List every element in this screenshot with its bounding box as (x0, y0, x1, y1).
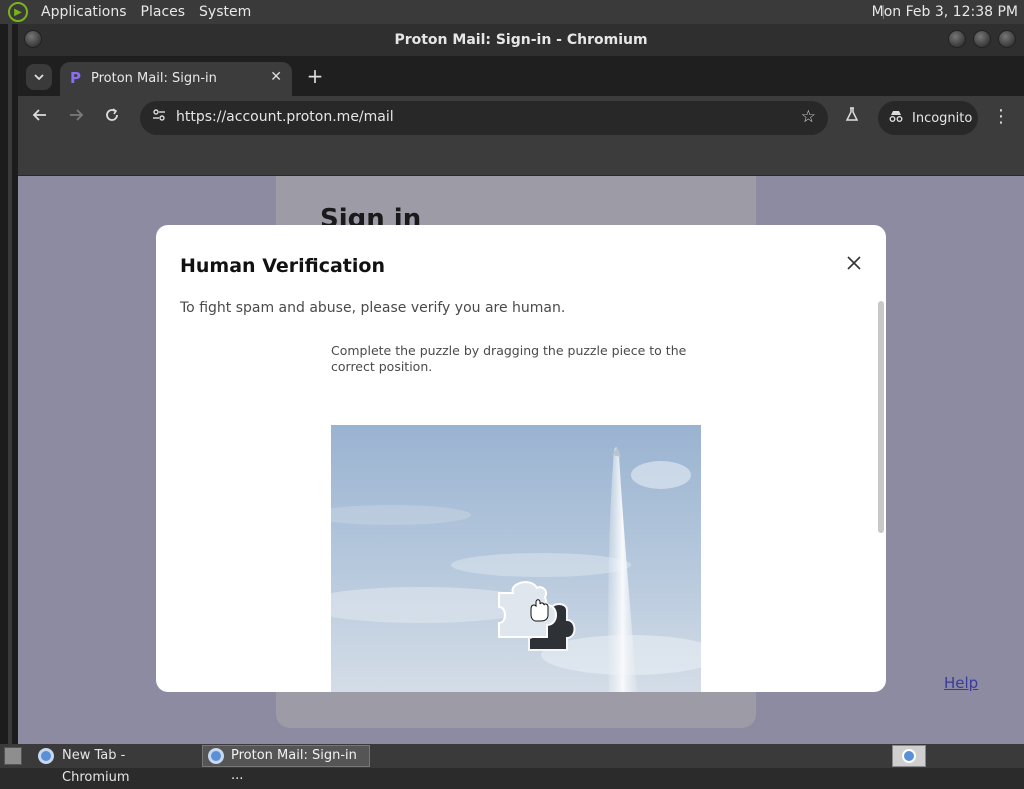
help-link[interactable]: Help (944, 674, 978, 692)
distro-logo-icon[interactable]: ▶ (8, 2, 28, 22)
arrow-left-icon (32, 109, 46, 121)
incognito-icon (888, 109, 904, 127)
arrow-right-icon (70, 109, 84, 121)
tab-search-button[interactable] (26, 64, 52, 90)
captcha-puzzle-image (331, 425, 701, 692)
proton-favicon-icon: P (70, 69, 81, 87)
maximize-button[interactable] (973, 30, 991, 48)
chromium-icon (902, 749, 916, 763)
chromium-icon (208, 748, 224, 764)
puzzle-instruction: Complete the puzzle by dragging the puzz… (331, 343, 687, 374)
workspace-switcher[interactable] (892, 745, 926, 767)
window-title: Proton Mail: Sign-in - Chromium (394, 32, 648, 48)
taskbar-item-label: New Tab - Chromium (62, 748, 130, 785)
modal-scrollbar[interactable] (878, 301, 884, 533)
taskbar: New Tab - Chromium Proton Mail: Sign-in … (0, 744, 1024, 785)
browser-toolbar: https://account.proton.me/mail ☆ Incogni… (18, 96, 1024, 140)
close-window-button[interactable] (998, 30, 1016, 48)
modal-description: To fight spam and abuse, please verify y… (180, 300, 566, 316)
window-menu-button[interactable] (24, 30, 42, 48)
modal-title: Human Verification (180, 255, 385, 277)
incognito-indicator[interactable]: Incognito (878, 101, 978, 135)
desktop-left-edge (0, 24, 18, 744)
minimize-button[interactable] (948, 30, 966, 48)
new-tab-button[interactable]: + (302, 64, 328, 90)
fountain-sky-image (331, 425, 701, 692)
panel-menu-places[interactable]: Places (134, 0, 193, 24)
window-titlebar[interactable]: Proton Mail: Sign-in - Chromium (18, 24, 1024, 56)
reload-icon (106, 108, 118, 121)
chromium-icon (38, 748, 54, 764)
page-viewport: Sign in Help Human Verification To fight… (18, 176, 1024, 744)
taskbar-item-proton[interactable]: Proton Mail: Sign-in ... (202, 745, 370, 783)
panel-menu-system[interactable]: System (192, 0, 258, 24)
forward-button[interactable] (64, 106, 88, 130)
panel-clock[interactable]: Mon Feb 3, 12:38 PM (872, 0, 1018, 24)
browser-window: Proton Mail: Sign-in - Chromium P Proton… (18, 24, 1024, 744)
bookmark-star-icon[interactable]: ☆ (801, 107, 816, 127)
back-button[interactable] (28, 106, 52, 130)
url-text[interactable]: https://account.proton.me/mail (176, 109, 394, 125)
human-verification-modal: Human Verification To fight spam and abu… (156, 225, 886, 692)
site-info-icon[interactable] (148, 107, 170, 129)
taskbar-item-label: Proton Mail: Sign-in ... (231, 748, 357, 783)
labs-flask-icon[interactable] (844, 106, 860, 126)
incognito-label: Incognito (912, 110, 973, 126)
reload-button[interactable] (100, 106, 124, 130)
show-desktop-icon[interactable] (4, 747, 22, 765)
tab-title: Proton Mail: Sign-in (91, 71, 217, 86)
bookmark-bar (18, 140, 1024, 176)
close-icon[interactable] (842, 253, 866, 277)
tab-strip: P Proton Mail: Sign-in ✕ + (18, 56, 1024, 96)
taskbar-item-new-tab[interactable]: New Tab - Chromium (30, 745, 196, 785)
top-panel: ▶ Applications Places System Mon Feb 3, … (0, 0, 1024, 24)
tab-close-icon[interactable]: ✕ (270, 69, 282, 85)
chevron-down-icon (34, 74, 44, 81)
panel-menu-applications[interactable]: Applications (34, 0, 134, 24)
tab-proton-signin[interactable]: P Proton Mail: Sign-in ✕ (60, 62, 292, 96)
address-bar[interactable]: https://account.proton.me/mail ☆ (140, 101, 828, 135)
browser-menu-icon[interactable]: ⋮ (992, 106, 1010, 127)
